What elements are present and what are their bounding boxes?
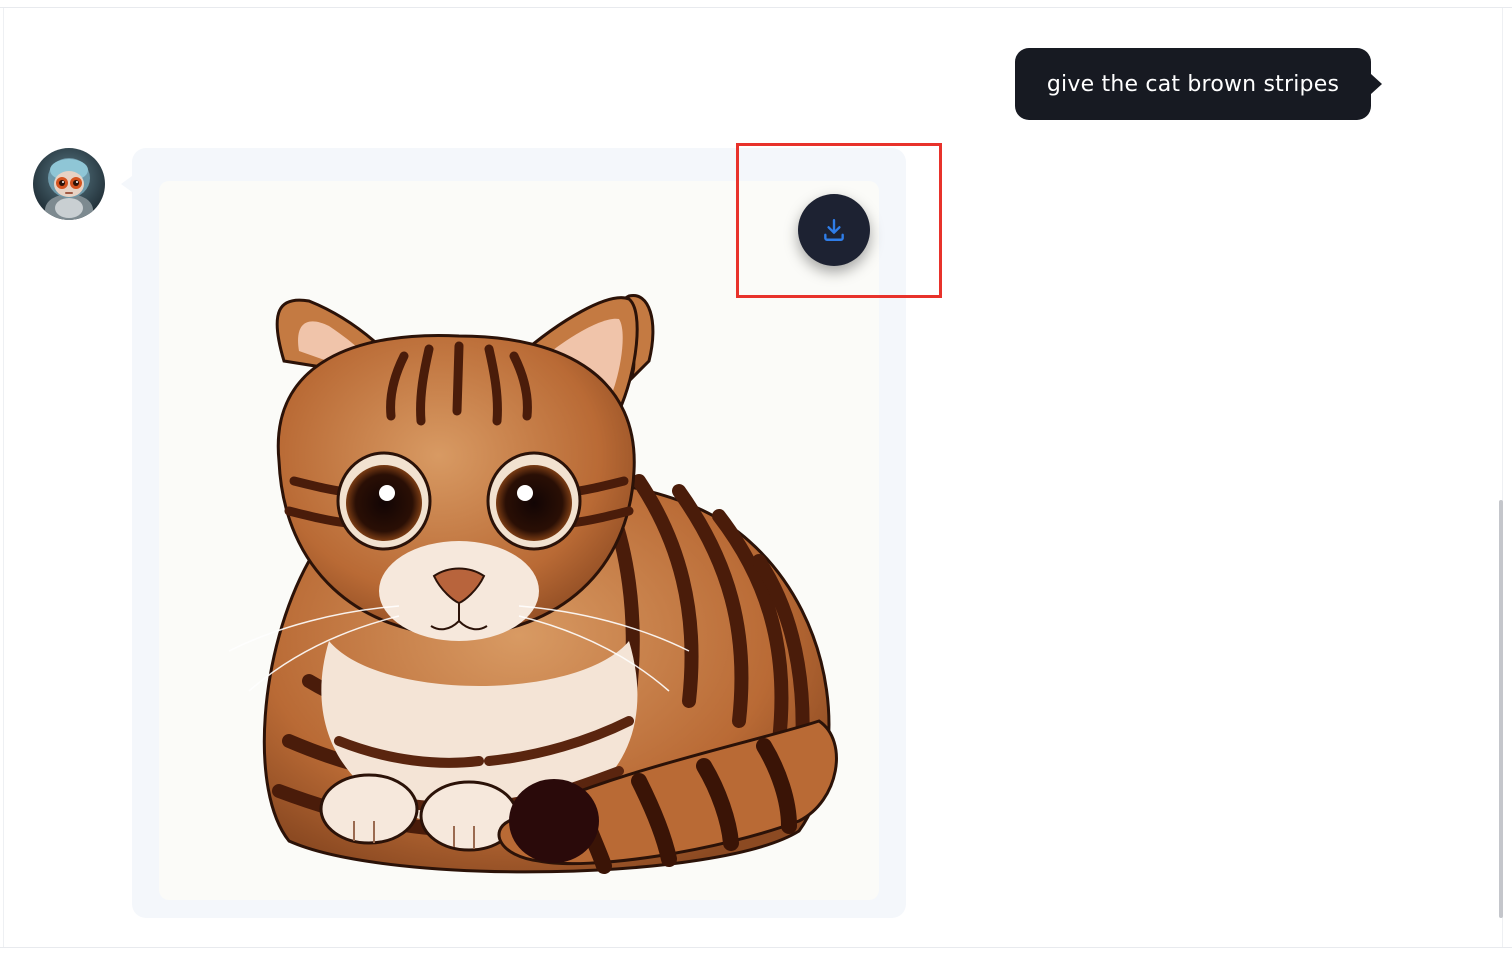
bottom-divider [0,947,1512,948]
top-divider [0,7,1512,8]
assistant-avatar [33,148,105,220]
user-message-bubble: give the cat brown stripes [1015,48,1371,120]
robot-avatar-icon [33,148,105,220]
assistant-message-tail [121,176,132,192]
download-icon [824,219,844,241]
tabby-cat-illustration-icon [228,294,838,874]
generated-image[interactable] [159,181,879,900]
download-button[interactable] [798,194,870,266]
chat-page: give the cat brown stripes [0,0,1512,960]
user-message-tail [1371,74,1382,94]
left-edge-divider [3,8,4,947]
scrollbar-thumb[interactable] [1499,500,1503,918]
user-message-text: give the cat brown stripes [1046,71,1340,97]
